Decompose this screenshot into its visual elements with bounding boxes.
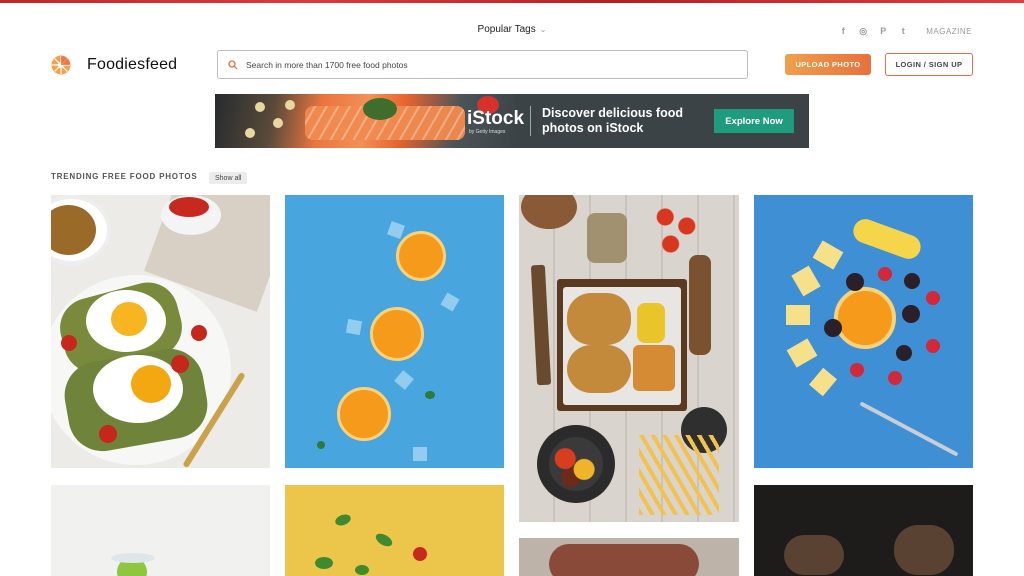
twitter-icon[interactable]: t [898,26,908,36]
facebook-icon[interactable]: f [838,26,848,36]
getty-sublogo: by Getty Images [469,129,506,135]
photo-hands-dark-kitchen[interactable] [754,485,973,576]
hand-image [894,525,954,575]
herb-leaf-image [333,512,353,528]
banana-chunk-image [791,265,821,297]
burger-image [567,293,631,345]
search-icon [228,59,238,69]
ice-cube-image [387,221,405,239]
cherry-tomato-image [99,425,117,443]
cherry-tomato-image [171,355,189,373]
banana-chunk-image [786,338,818,368]
banner-nut-image [285,100,295,110]
potato-wedges-image [633,345,675,391]
orange-slice-image [396,231,446,281]
raspberry-image [888,371,902,385]
ice-cube-image [394,370,414,390]
orange-slice-image [370,307,424,361]
herb-leaf-image [373,531,395,549]
ice-cube-image [345,318,363,336]
show-all-button[interactable]: Show all [209,172,248,184]
raspberry-image [926,291,940,305]
tomato-image [413,547,427,561]
glass-drink-image [587,213,627,263]
search-input[interactable] [246,59,716,70]
ice-cube-image [440,292,460,312]
blackberry-image [902,305,920,323]
herb-leaf-image [315,557,333,569]
search-bar[interactable] [217,50,748,79]
burger-image [567,345,631,393]
upload-photo-button[interactable]: UPLOAD PHOTO [785,54,871,75]
mint-leaf-image [425,391,435,399]
raspberry-image [926,339,940,353]
tomatoes-image [169,197,209,217]
banana-chunk-image [786,305,810,325]
instagram-icon[interactable]: ◎ [858,26,868,36]
magazine-link[interactable]: MAGAZINE [926,27,972,36]
herb-leaf-image [355,565,369,575]
istock-ad-banner[interactable]: iStock by Getty Images Discover deliciou… [215,94,809,148]
banner-headline: Discover delicious food photos on iStock [542,106,684,135]
photo-burgers-fries-table[interactable] [519,195,739,522]
banner-nut-image [273,118,283,128]
banner-nut-image [245,128,255,138]
water-splash-image [111,553,155,563]
banana-chunk-image [809,367,837,397]
raspberry-image [850,363,864,377]
banner-herb-image [363,98,397,120]
blackberry-image [846,273,864,291]
french-fries-image [639,435,719,515]
blackberry-image [824,319,842,337]
blackberry-image [896,345,912,361]
brand-name: Foodiesfeed [87,56,178,73]
orange-slice-image [337,387,391,441]
fork-image [859,401,959,457]
photo-orange-slices-blue[interactable] [285,195,504,468]
banner-nut-image [255,102,265,112]
istock-logo: iStock [467,108,525,129]
site-logo[interactable]: Foodiesfeed [51,55,177,75]
popular-tags-label: Popular Tags [477,24,536,35]
chevron-down-icon: ⌄ [539,25,547,34]
raspberry-image [878,267,892,281]
pepper-grinder-image [689,255,711,355]
banana-image [850,215,924,263]
social-links: f ◎ P t MAGAZINE [838,26,972,36]
photo-fruit-spiral-blue[interactable] [754,195,973,468]
mint-leaf-image [317,441,325,449]
banana-chunk-image [812,240,844,270]
hand-image [784,535,844,575]
pinterest-icon[interactable]: P [878,26,888,36]
photo-avocado-toast-eggs[interactable] [51,195,270,468]
egg-yolk-image [111,302,147,336]
cherry-tomatoes-image [649,199,703,259]
banner-divider [530,106,531,136]
photo-falling-vegetables-yellow[interactable] [285,485,504,576]
grilled-peppers-image [549,437,603,491]
ice-cube-image [413,447,427,461]
orange-slice-image [834,287,896,349]
photo-grilled-steak[interactable] [519,538,739,576]
top-accent-stripe [0,0,1024,3]
blackberry-image [904,273,920,289]
egg-yolk-image [131,365,171,403]
cherry-tomato-image [191,325,207,341]
section-title: TRENDING FREE FOOD PHOTOS [51,172,198,181]
login-signup-button[interactable]: LOGIN / SIGN UP [885,53,973,76]
cherry-tomato-image [61,335,77,351]
steak-image [549,544,699,576]
foodiesfeed-logo-icon [51,55,71,75]
corn-image [637,303,665,343]
explore-now-button[interactable]: Explore Now [714,109,794,133]
photo-lime-splash[interactable] [51,485,270,576]
